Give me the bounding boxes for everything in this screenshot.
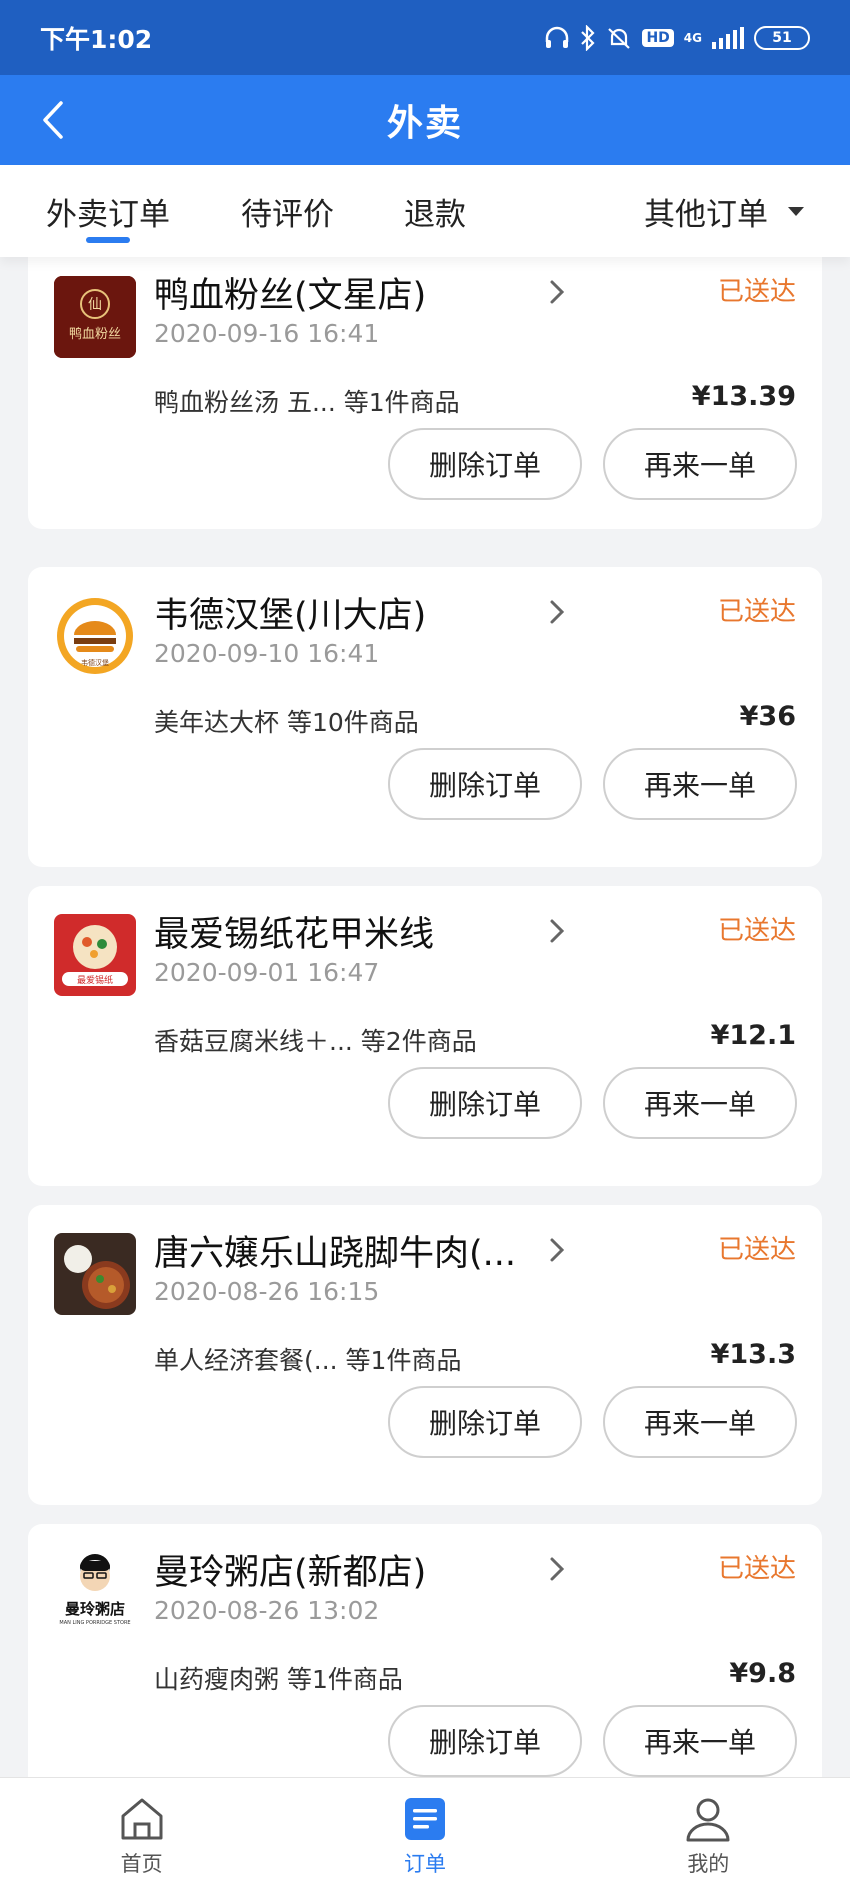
svg-text:韦德汉堡: 韦德汉堡 <box>81 658 109 667</box>
shop-logo: 韦德汉堡 <box>54 595 136 677</box>
user-icon <box>686 1798 730 1842</box>
back-button[interactable] <box>30 97 76 143</box>
order-status: 已送达 <box>717 916 796 946</box>
delete-order-button[interactable]: 删除订单 <box>388 1386 582 1458</box>
order-price: ¥36 <box>739 701 796 732</box>
bottom-nav: 首页 订单 我的 <box>0 1777 850 1889</box>
svg-text:MAN LING PORRIDGE STORE: MAN LING PORRIDGE STORE <box>59 1620 130 1626</box>
battery-icon: 51 <box>754 25 810 50</box>
tab-takeout-orders[interactable]: 外卖订单 <box>46 165 170 257</box>
headphones-icon <box>546 26 569 48</box>
order-date: 2020-08-26 16:15 <box>154 1277 380 1306</box>
shop-logo: 曼玲粥店 MAN LING PORRIDGE STORE <box>54 1552 136 1634</box>
order-price: ¥13.39 <box>691 381 796 412</box>
order-status: 已送达 <box>717 597 796 627</box>
tab-label: 其他订单 <box>644 196 768 233</box>
shop-logo: 最爱锡纸 <box>54 914 136 996</box>
order-price: ¥12.1 <box>710 1020 796 1051</box>
home-icon <box>121 1798 163 1840</box>
shop-name[interactable]: 鸭血粉丝(文星店) <box>154 267 426 318</box>
nav-label: 我的 <box>687 1852 730 1876</box>
signal-icon <box>712 26 744 49</box>
order-list[interactable]: 仙 鸭血粉丝 鸭血粉丝(文星店) 已送达 2020-09-16 16:41 鸭血… <box>0 257 850 1777</box>
svg-text:曼玲粥店: 曼玲粥店 <box>65 1600 125 1618</box>
reorder-button[interactable]: 再来一单 <box>603 1067 797 1139</box>
order-date: 2020-08-26 13:02 <box>154 1596 380 1625</box>
order-items: 香菇豆腐米线＋... 等2件商品 <box>154 1027 477 1056</box>
nav-orders[interactable]: 订单 <box>325 1778 525 1889</box>
reorder-button[interactable]: 再来一单 <box>603 1386 797 1458</box>
order-icon <box>404 1798 445 1840</box>
chevron-right-icon[interactable] <box>544 1556 570 1582</box>
order-items: 美年达大杯 等10件商品 <box>154 708 419 737</box>
order-card[interactable]: 唐六嬢乐山跷脚牛肉(... 已送达 2020-08-26 16:15 单人经济套… <box>28 1205 822 1505</box>
dropdown-arrow-icon <box>788 206 804 216</box>
order-date: 2020-09-16 16:41 <box>154 319 380 348</box>
order-card[interactable]: 曼玲粥店 MAN LING PORRIDGE STORE 曼玲粥店(新都店) 已… <box>28 1524 822 1777</box>
battery-level: 51 <box>772 29 792 46</box>
shop-name[interactable]: 韦德汉堡(川大店) <box>154 587 426 638</box>
tab-other-orders[interactable]: 其他订单 <box>644 165 804 257</box>
beef-dish-logo-icon <box>54 1233 136 1315</box>
svg-text:鸭血粉丝: 鸭血粉丝 <box>69 327 121 342</box>
tab-bar: 外卖订单 待评价 退款 其他订单 <box>0 165 850 257</box>
reorder-button[interactable]: 再来一单 <box>603 1705 797 1777</box>
order-items: 单人经济套餐(... 等1件商品 <box>154 1346 462 1375</box>
order-card[interactable]: 仙 鸭血粉丝 鸭血粉丝(文星店) 已送达 2020-09-16 16:41 鸭血… <box>28 257 822 529</box>
tab-label: 退款 <box>404 196 466 233</box>
mute-bell-icon <box>608 27 631 49</box>
porridge-shop-logo-icon: 曼玲粥店 MAN LING PORRIDGE STORE <box>54 1552 136 1634</box>
bluetooth-icon <box>581 24 596 51</box>
order-status: 已送达 <box>717 277 796 307</box>
nav-label: 订单 <box>403 1852 446 1876</box>
chevron-right-icon[interactable] <box>544 279 570 305</box>
shop-logo <box>54 1233 136 1315</box>
chevron-right-icon[interactable] <box>544 599 570 625</box>
svg-text:最爱锡纸: 最爱锡纸 <box>77 974 113 986</box>
chevron-right-icon[interactable] <box>544 918 570 944</box>
tab-label: 待评价 <box>241 196 334 233</box>
duck-blood-logo-icon: 仙 鸭血粉丝 <box>54 276 136 358</box>
tab-label: 外卖订单 <box>46 196 170 233</box>
tab-refund[interactable]: 退款 <box>404 165 466 257</box>
tab-pending-review[interactable]: 待评价 <box>241 165 334 257</box>
delete-order-button[interactable]: 删除订单 <box>388 748 582 820</box>
header-bar: 外卖 <box>0 75 850 165</box>
hd-badge: HD <box>642 28 674 47</box>
nav-mine[interactable]: 我的 <box>608 1778 808 1889</box>
nav-home[interactable]: 首页 <box>42 1778 242 1889</box>
status-bar: 下午1:02 HD 4G 51 <box>0 0 850 75</box>
delete-order-button[interactable]: 删除订单 <box>388 1705 582 1777</box>
order-date: 2020-09-10 16:41 <box>154 639 380 668</box>
order-card[interactable]: 韦德汉堡 韦德汉堡(川大店) 已送达 2020-09-10 16:41 美年达大… <box>28 567 822 867</box>
reorder-button[interactable]: 再来一单 <box>603 428 797 500</box>
order-items: 鸭血粉丝汤 五... 等1件商品 <box>154 388 460 417</box>
reorder-button[interactable]: 再来一单 <box>603 748 797 820</box>
order-date: 2020-09-01 16:47 <box>154 958 380 987</box>
network-type: 4G <box>683 30 702 45</box>
svg-text:仙: 仙 <box>88 297 102 313</box>
nav-label: 首页 <box>120 1852 163 1876</box>
order-status: 已送达 <box>717 1554 796 1584</box>
shop-name[interactable]: 曼玲粥店(新都店) <box>154 1544 426 1595</box>
order-price: ¥9.8 <box>729 1658 796 1689</box>
shop-name[interactable]: 最爱锡纸花甲米线 <box>154 906 434 957</box>
order-price: ¥13.3 <box>710 1339 796 1370</box>
page-title: 外卖 <box>386 103 463 144</box>
burger-logo-icon: 韦德汉堡 <box>54 595 136 677</box>
status-icons: HD 4G 51 <box>544 24 810 51</box>
status-time: 下午1:02 <box>40 24 153 54</box>
noodle-logo-icon: 最爱锡纸 <box>54 914 136 996</box>
delete-order-button[interactable]: 删除订单 <box>388 428 582 500</box>
shop-logo: 仙 鸭血粉丝 <box>54 276 136 358</box>
chevron-right-icon[interactable] <box>544 1237 570 1263</box>
delete-order-button[interactable]: 删除订单 <box>388 1067 582 1139</box>
back-arrow-icon <box>43 101 63 139</box>
order-status: 已送达 <box>717 1235 796 1265</box>
order-items: 山药瘦肉粥 等1件商品 <box>154 1665 403 1694</box>
shop-name[interactable]: 唐六嬢乐山跷脚牛肉(... <box>154 1225 516 1276</box>
order-card[interactable]: 最爱锡纸 最爱锡纸花甲米线 已送达 2020-09-01 16:47 香菇豆腐米… <box>28 886 822 1186</box>
